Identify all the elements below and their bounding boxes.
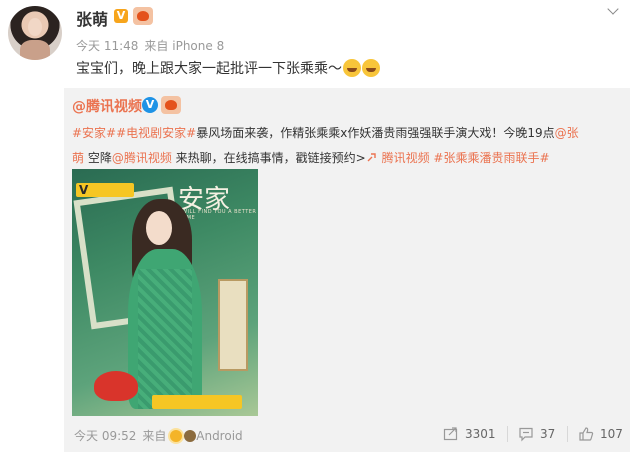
mention-link[interactable]: 萌 xyxy=(72,151,84,165)
repost-username[interactable]: @腾讯视频 xyxy=(72,96,142,116)
avatar-body xyxy=(20,40,50,60)
topic-tag[interactable]: #张乘乘潘贵雨联手# xyxy=(433,151,549,165)
repost-text-body: 暴风场面来袭，作精张乘乘x作妖潘贵雨强强联手演大戏！今晚19点 xyxy=(196,126,555,140)
tencent-video-logo xyxy=(76,183,134,197)
mention-link[interactable]: @腾讯视频 xyxy=(112,151,172,165)
mention-link[interactable]: @张 xyxy=(555,126,579,140)
post-meta: 今天 11:48 来自 iPhone 8 xyxy=(76,37,224,54)
poster-sign xyxy=(218,279,248,371)
repost-text-body: 空降 xyxy=(84,151,112,165)
chevron-down-icon[interactable] xyxy=(606,4,620,18)
divider xyxy=(567,426,568,442)
repost-count: 3301 xyxy=(465,427,496,441)
verified-icon[interactable]: V xyxy=(114,9,128,23)
video-link-label: 腾讯视频 xyxy=(381,151,430,165)
like-icon xyxy=(579,427,594,441)
poster-red-badge xyxy=(94,371,138,401)
weibo-card: 张萌 V 今天 11:48 来自 iPhone 8 宝宝们，晚上跟大家一起批评一下… xyxy=(0,0,630,452)
repost-button[interactable]: 3301 xyxy=(443,426,496,442)
vip-icon[interactable] xyxy=(161,96,181,114)
like-button[interactable]: 107 xyxy=(578,426,623,442)
laugh-cry-emoji-icon xyxy=(343,59,361,77)
link-icon xyxy=(367,153,376,162)
username[interactable]: 张萌 xyxy=(76,6,108,30)
avatar[interactable] xyxy=(8,6,62,60)
laugh-cry-emoji-icon xyxy=(362,59,380,77)
poster-image[interactable]: 安家 I WILL FIND YOU A BETTER HOME xyxy=(72,169,258,416)
repost-text-line-1: #安家##电视剧安家#暴风场面来袭，作精张乘乘x作妖潘贵雨强强联手演大戏！今晚1… xyxy=(72,121,626,146)
poster-subtitle: I WILL FIND YOU A BETTER HOME xyxy=(178,209,257,221)
post-text-body: 宝宝们，晚上跟大家一起批评一下张乘乘～ xyxy=(76,61,342,77)
vip-icon[interactable] xyxy=(133,7,153,25)
post-text: 宝宝们，晚上跟大家一起批评一下张乘乘～ xyxy=(76,58,380,78)
video-link[interactable]: 腾讯视频 xyxy=(366,151,430,165)
poster-date-strip xyxy=(152,395,242,409)
repost-text: #安家##电视剧安家#暴风场面来袭，作精张乘乘x作妖潘贵雨强强联手演大戏！今晚1… xyxy=(72,121,626,171)
like-count: 107 xyxy=(600,427,623,441)
repost-text-body: 来热聊，在线搞事情，戳链接预约> xyxy=(171,151,366,165)
topic-tag[interactable]: #电视剧安家# xyxy=(116,126,196,140)
repost-box: @腾讯视频 V #安家##电视剧安家#暴风场面来袭，作精张乘乘x作妖潘贵雨强强联… xyxy=(64,88,630,452)
repost-icon xyxy=(443,427,458,441)
topic-tag[interactable]: #安家# xyxy=(72,126,116,140)
poster-dress xyxy=(128,249,202,409)
from-label: 来自 xyxy=(144,39,169,53)
divider xyxy=(507,426,508,442)
repost-text-line-2: 萌 空降@腾讯视频 来热聊，在线搞事情，戳链接预约> 腾讯视频 #张乘乘潘贵雨联… xyxy=(72,146,626,171)
post-time[interactable]: 今天 11:48 xyxy=(76,39,138,53)
comment-button[interactable]: 37 xyxy=(518,426,555,442)
comment-icon xyxy=(519,427,533,442)
poster-face xyxy=(146,211,172,245)
post-device[interactable]: iPhone 8 xyxy=(172,39,224,53)
verified-blue-icon[interactable]: V xyxy=(142,97,158,113)
comment-count: 37 xyxy=(540,427,556,441)
action-bar: 3301 37 107 xyxy=(0,426,630,446)
avatar-face xyxy=(28,18,42,36)
